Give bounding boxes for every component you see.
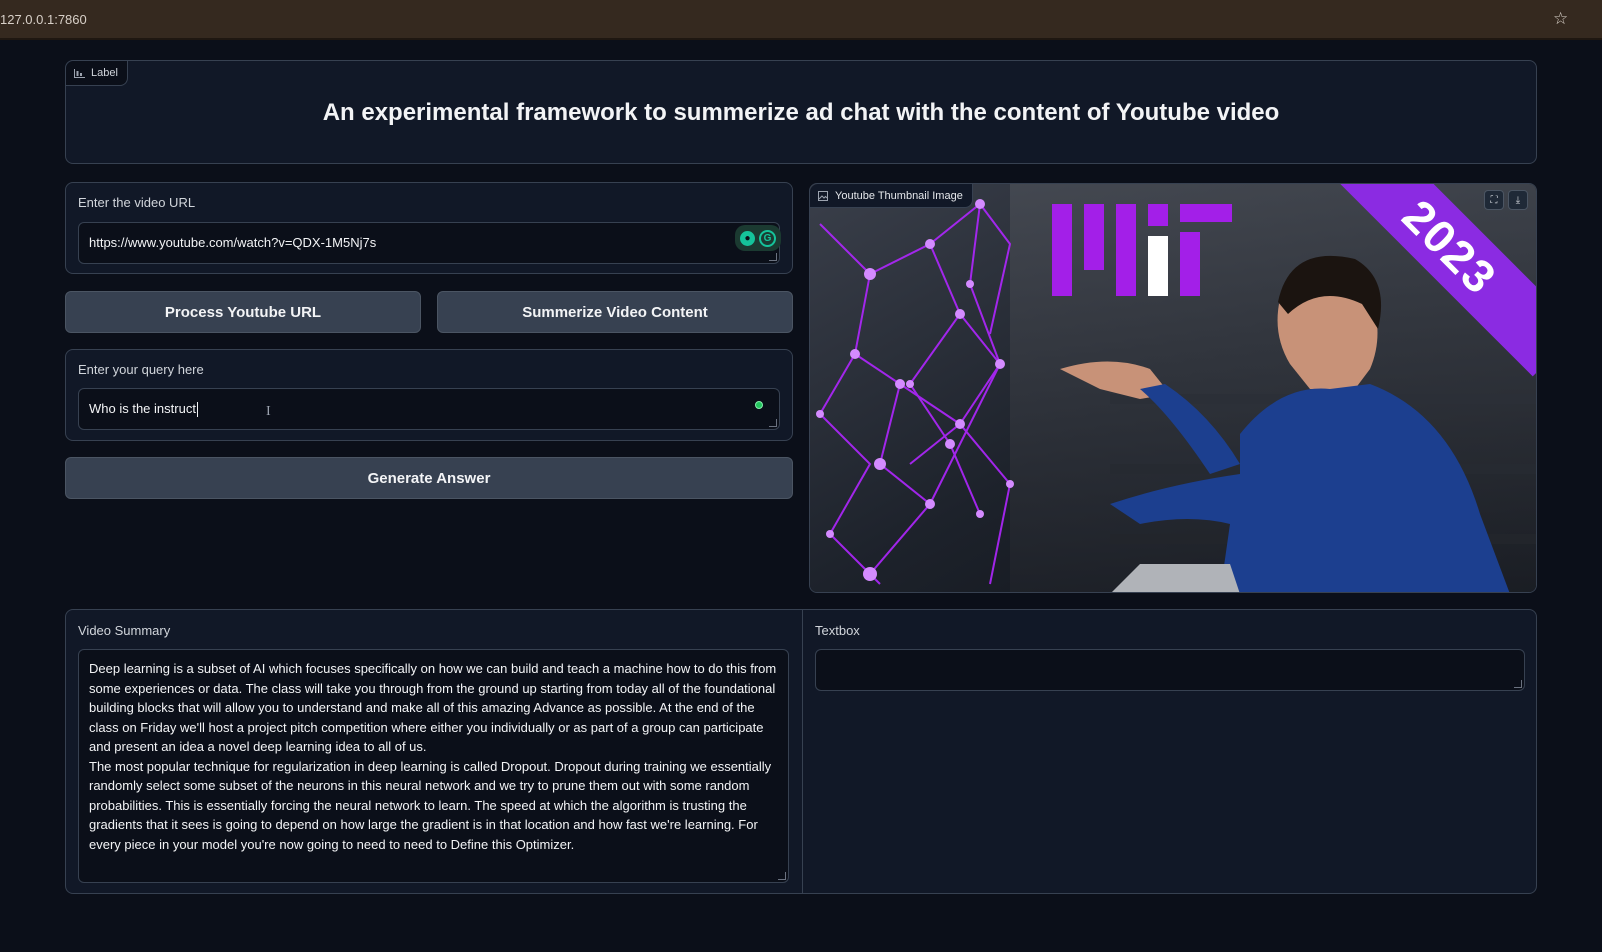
browser-address-bar: 127.0.0.1:7860 ☆ [0,0,1602,40]
fullscreen-icon[interactable]: ⛶ [1484,190,1504,210]
thumbnail-label-text: Youtube Thumbnail Image [835,189,963,202]
summary-paragraph: Deep learning is a subset of AI which fo… [89,661,777,754]
grammarly-logo-icon[interactable]: G [759,229,776,247]
thumbnail-actions: ⛶ ⤓ [1484,190,1528,210]
process-url-button[interactable]: Process Youtube URL [65,291,421,333]
query-input[interactable]: Who is the instruct [78,388,780,430]
title-label-block: Label An experimental framework to summe… [65,60,1537,164]
bookmark-star-icon[interactable]: ☆ [1553,9,1568,29]
video-url-input[interactable]: https://www.youtube.com/watch?v=QDX-1M5N… [78,222,781,264]
query-label: Enter your query here [78,362,204,377]
resize-handle-icon[interactable] [778,872,786,880]
grammarly-widget[interactable]: ● G [735,225,781,251]
textbox-label: Textbox [815,623,860,638]
summarize-button[interactable]: Summerize Video Content [437,291,793,333]
generate-answer-button[interactable]: Generate Answer [65,457,793,499]
video-summary-label: Video Summary [78,623,171,638]
query-block: Enter your query here Who is the instruc… [65,349,793,441]
image-icon [818,190,828,201]
video-summary-textarea[interactable]: Deep learning is a subset of AI which fo… [78,649,789,883]
address-url[interactable]: 127.0.0.1:7860 [0,12,87,27]
results-block: Video Summary Deep learning is a subset … [65,609,1537,894]
video-url-value: https://www.youtube.com/watch?v=QDX-1M5N… [89,235,377,250]
text-caret [196,402,198,418]
video-url-block: Enter the video URL https://www.youtube.… [65,182,793,274]
label-chip-text: Label [91,67,118,79]
resize-handle-icon[interactable] [1514,680,1522,688]
download-icon[interactable]: ⤓ [1508,190,1528,210]
resize-handle-icon[interactable] [769,419,777,427]
text-cursor-icon: I [266,404,271,419]
thumbnail-label-chip: Youtube Thumbnail Image [810,184,973,208]
chart-icon [74,68,85,78]
resize-handle-icon[interactable] [769,253,777,261]
label-chip: Label [66,61,128,86]
video-url-label: Enter the video URL [78,195,196,210]
answer-textbox[interactable] [815,649,1525,691]
page-title: An experimental framework to summerize a… [322,99,1280,126]
column-divider [802,610,803,893]
summary-paragraph: The most popular technique for regulariz… [89,758,772,852]
thumbnail-image-block: Youtube Thumbnail Image ⛶ ⤓ 2023 [809,183,1537,593]
grammarly-bulb-icon[interactable]: ● [740,230,755,246]
status-dot-icon [755,401,763,409]
query-value: Who is the instruct [89,401,196,416]
